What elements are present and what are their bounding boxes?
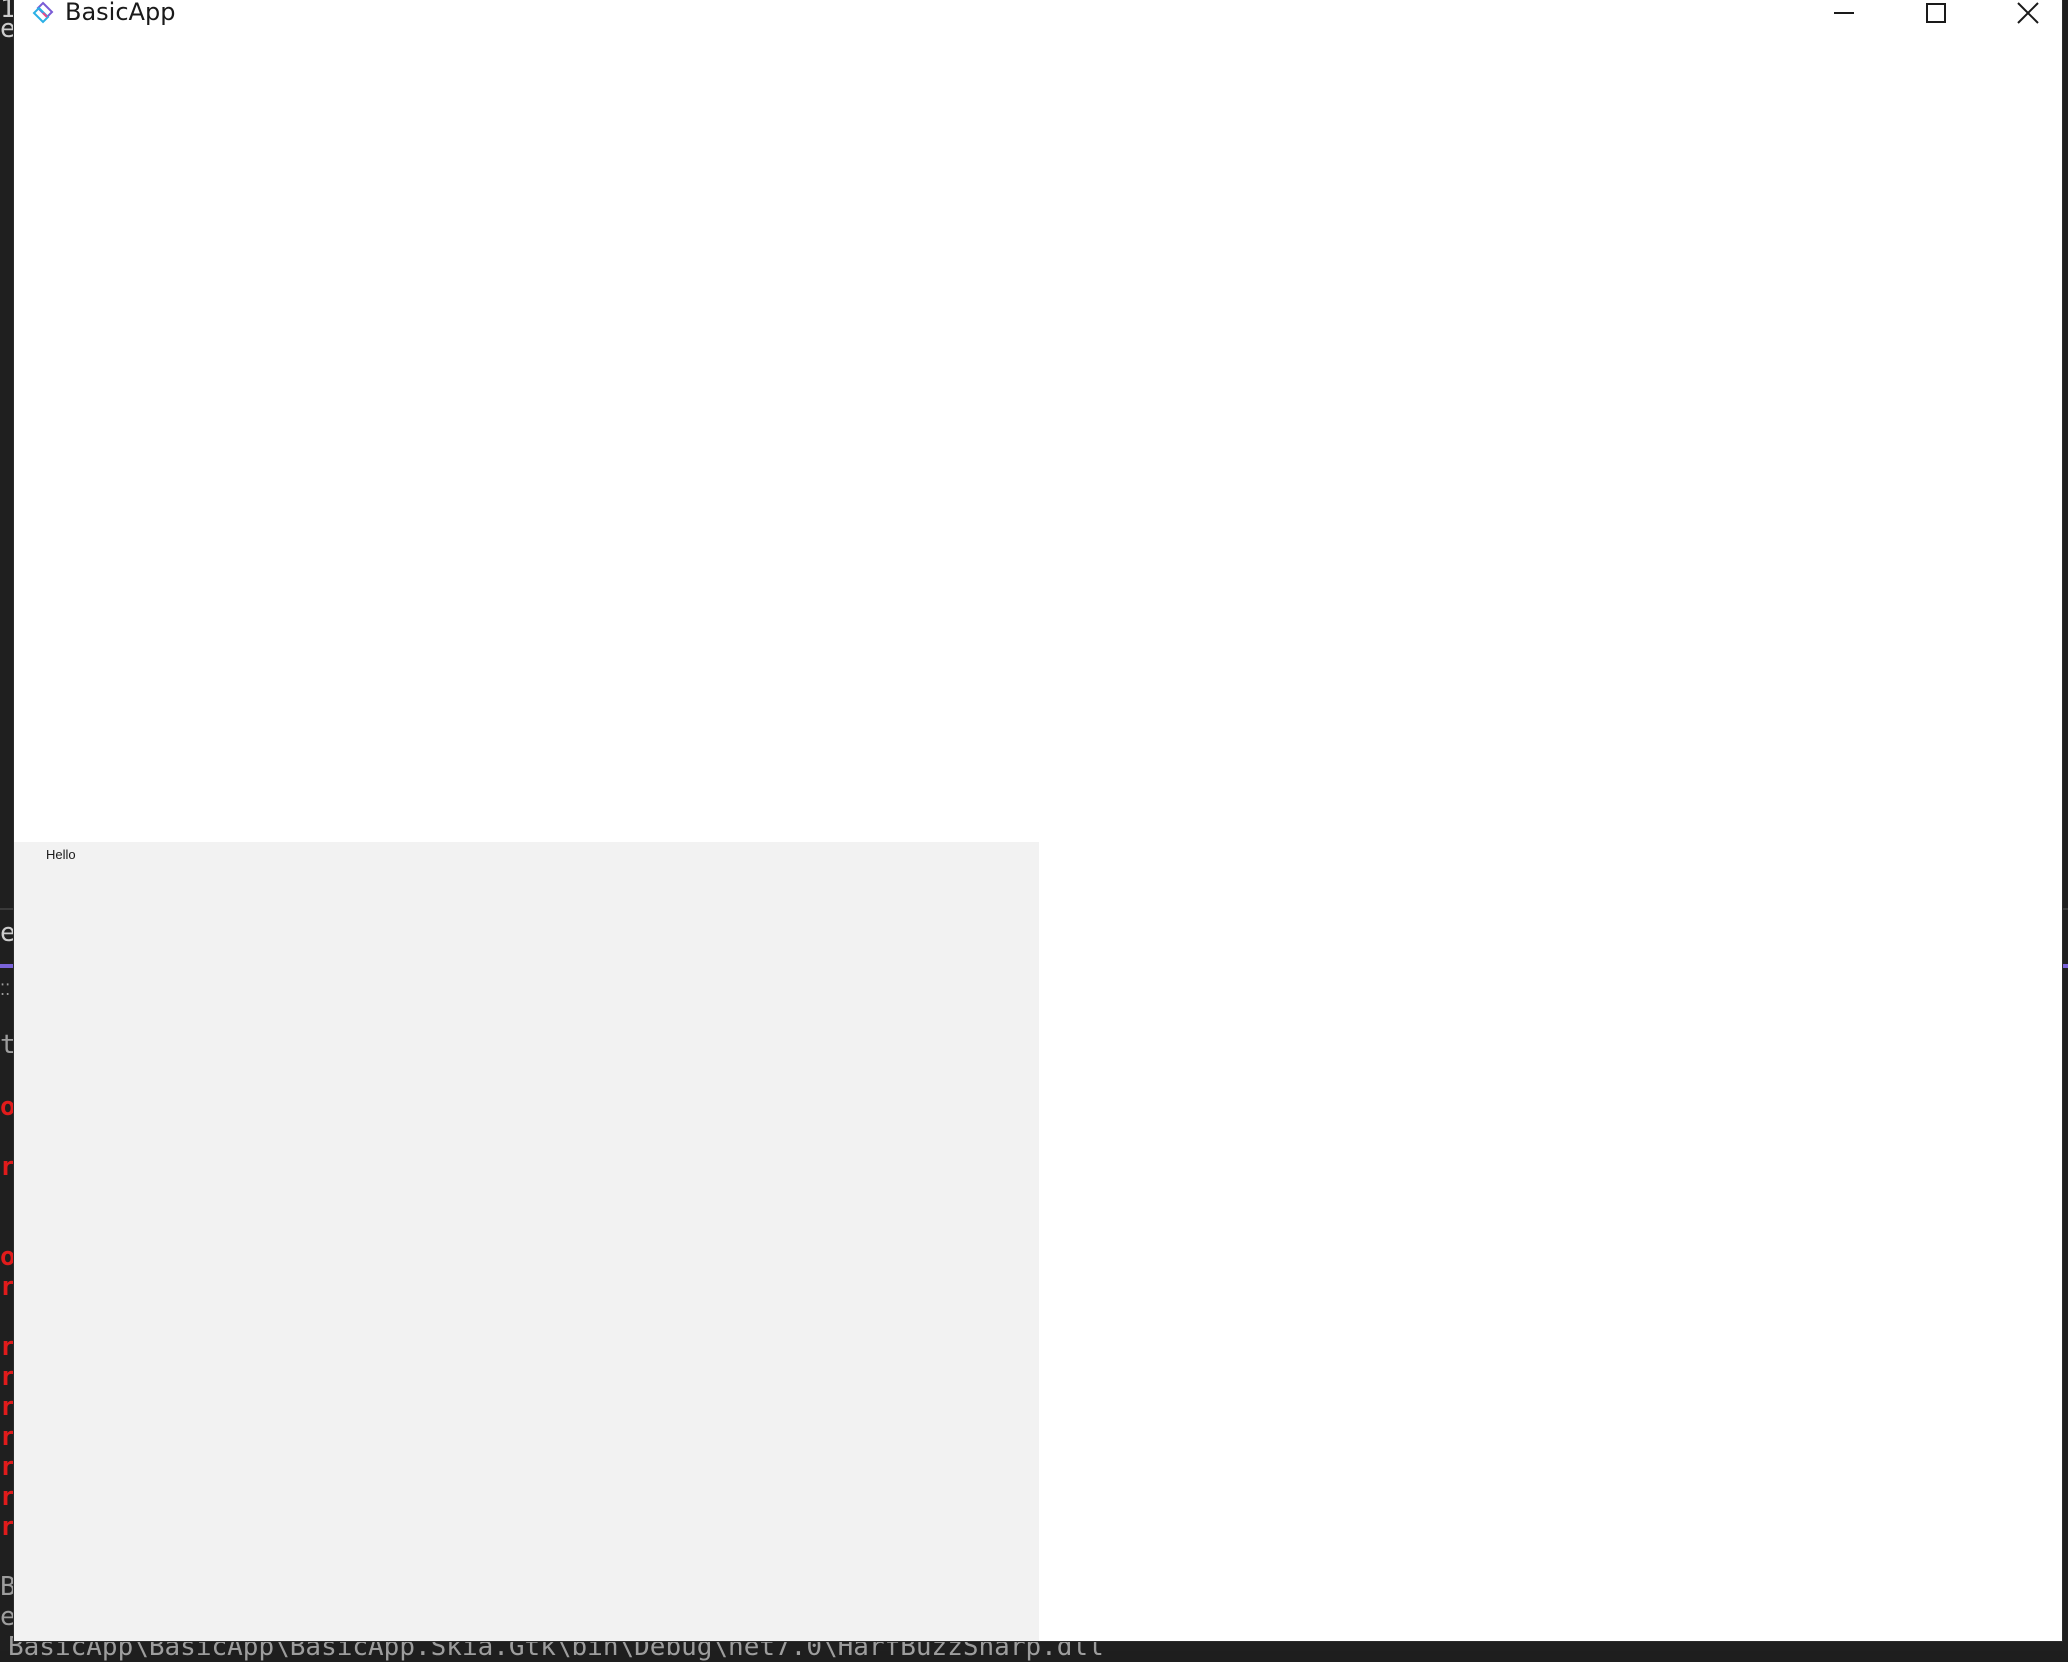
minimize-icon <box>1833 2 1855 28</box>
terminal-line: ⁚⁚ <box>0 980 11 999</box>
hello-text: Hello <box>46 847 76 862</box>
window-content: Hello <box>14 30 2062 1641</box>
app-window: BasicApp Hello <box>14 0 2062 1641</box>
close-button[interactable] <box>1982 0 2068 30</box>
close-icon <box>2016 1 2040 29</box>
content-panel: Hello <box>14 842 1039 1641</box>
window-title: BasicApp <box>65 0 176 26</box>
app-logo-icon <box>31 1 55 25</box>
minimize-button[interactable] <box>1798 0 1890 30</box>
maximize-button[interactable] <box>1890 0 1982 30</box>
title-bar[interactable]: BasicApp <box>14 0 2062 30</box>
maximize-icon <box>1925 2 1947 28</box>
